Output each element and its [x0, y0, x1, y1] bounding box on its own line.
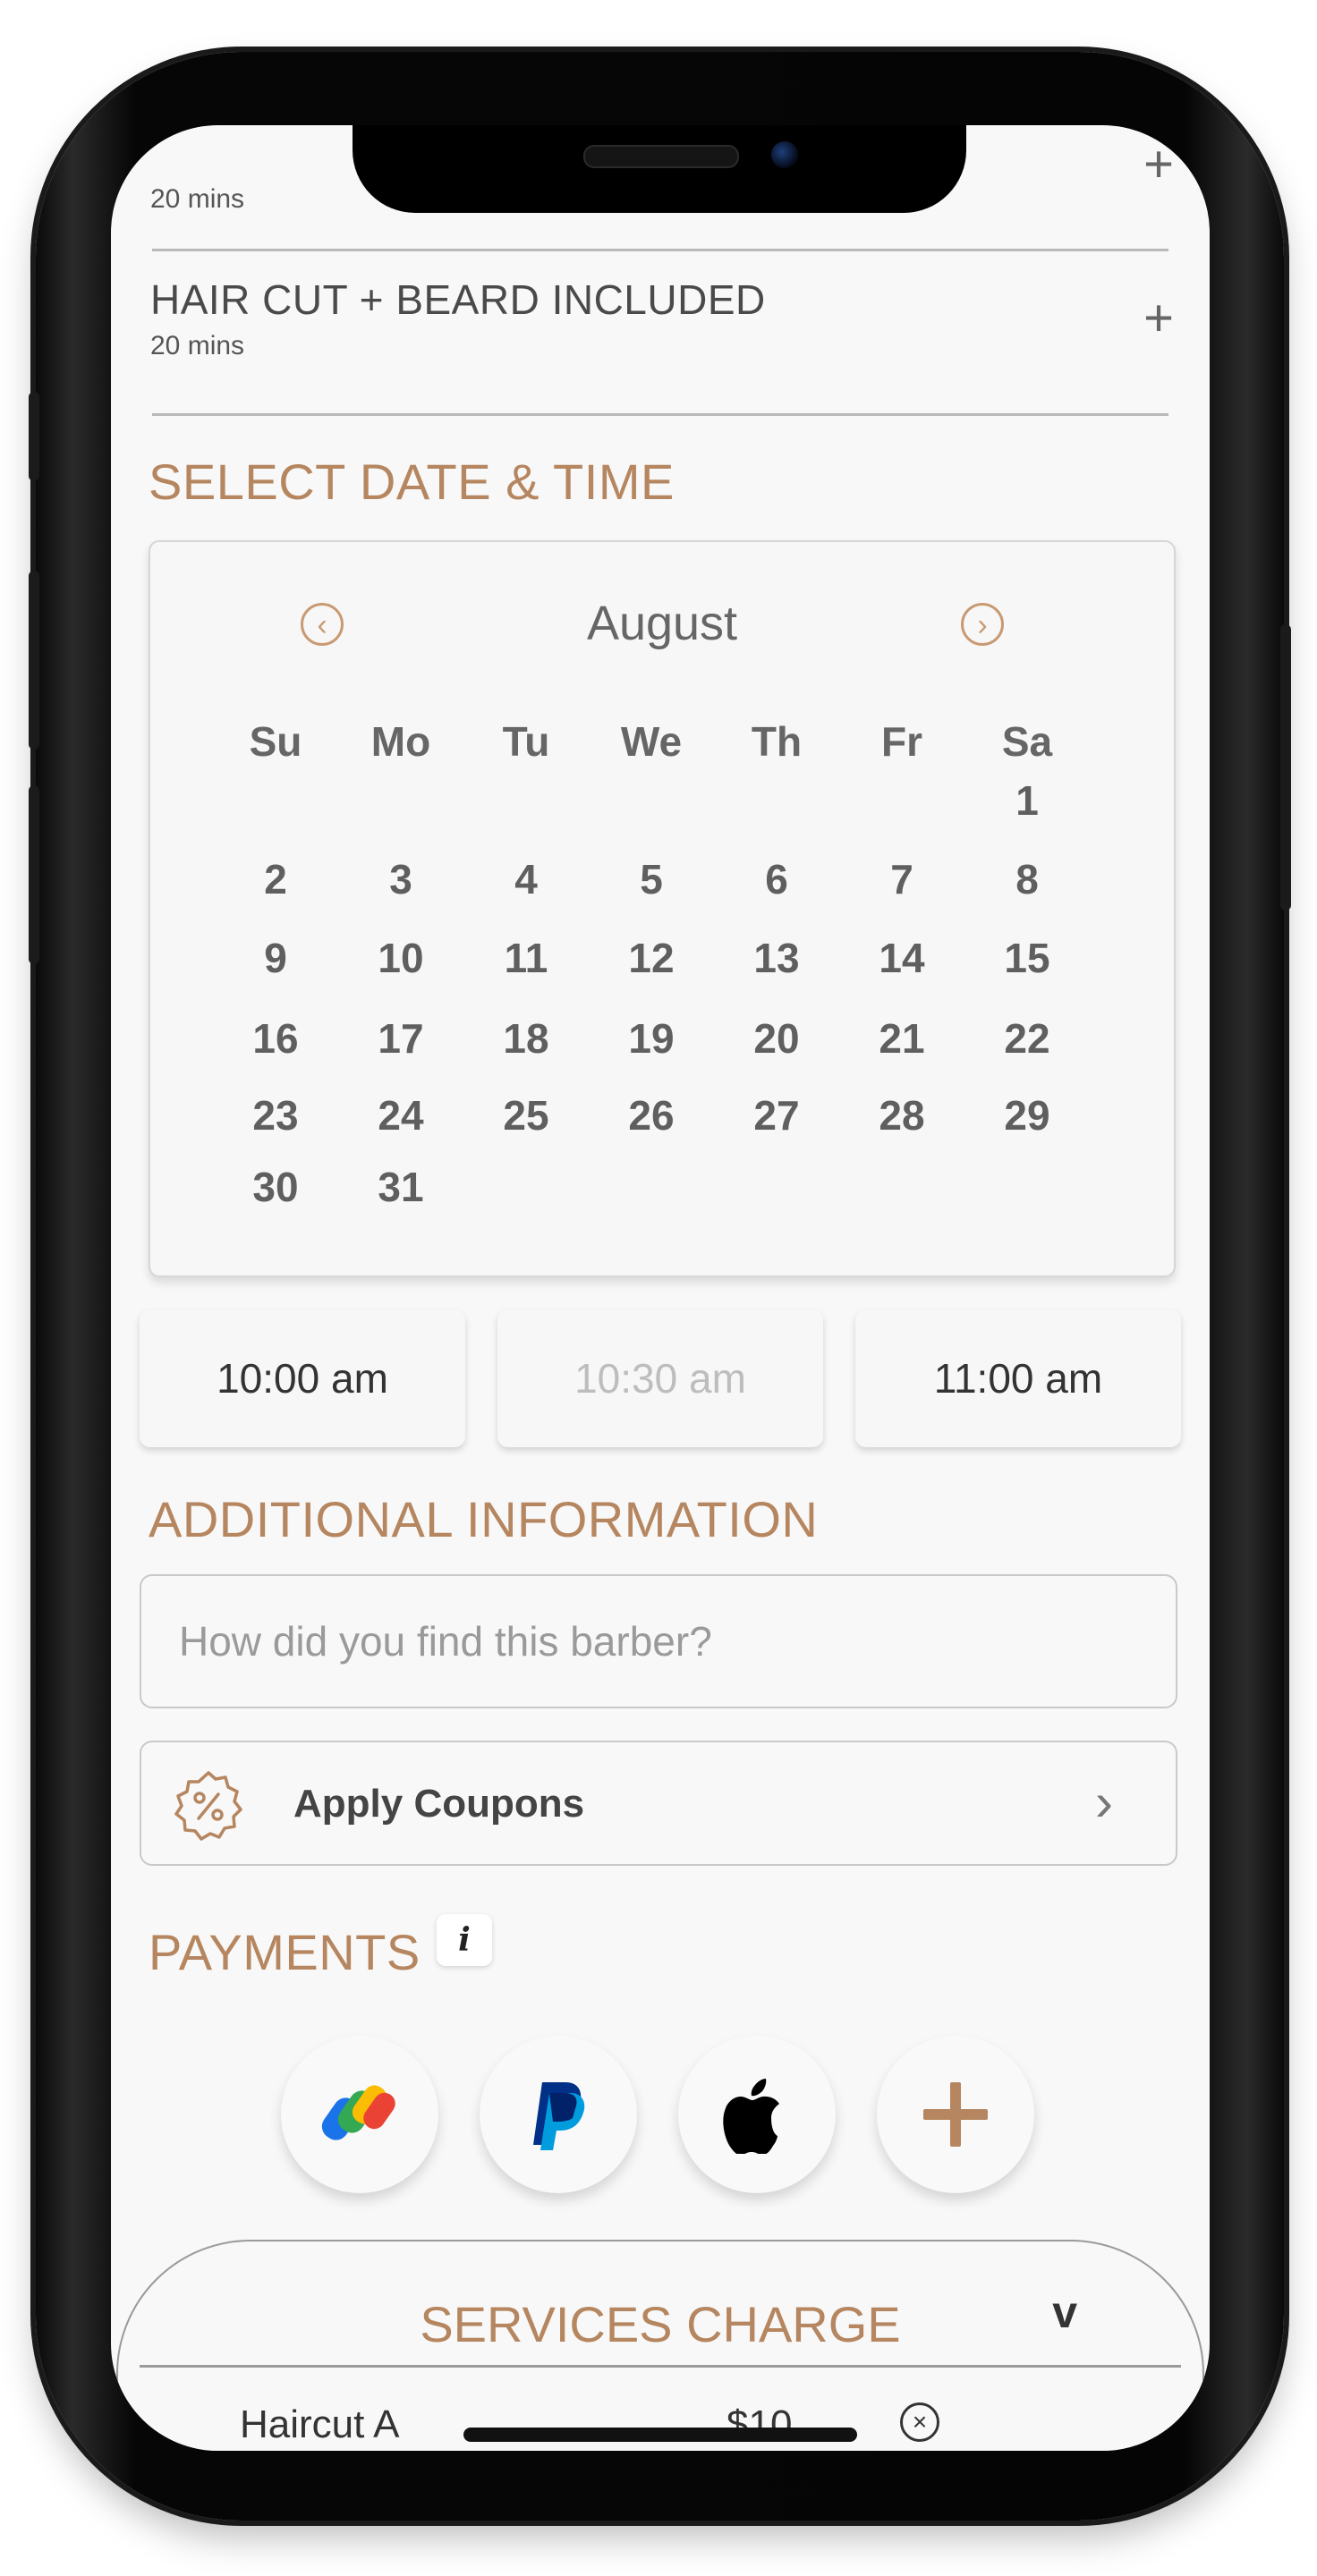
divider [140, 2365, 1181, 2368]
service-title: HAIR CUT + BEARD INCLUDED [150, 276, 766, 323]
home-indicator[interactable] [463, 2428, 857, 2442]
add-service-icon[interactable]: + [1143, 288, 1174, 348]
weekday-label: Th [751, 718, 803, 765]
calendar-day[interactable]: 14 [848, 934, 956, 982]
calendar-month: August [586, 597, 738, 650]
silent-switch [29, 392, 39, 481]
power-button [1280, 624, 1291, 911]
weekday-label: We [620, 718, 683, 765]
service-duration: 20 mins [150, 184, 245, 214]
calendar-day[interactable]: 7 [848, 855, 956, 903]
calendar-day[interactable]: 21 [848, 1014, 956, 1063]
calendar-day[interactable]: 16 [222, 1014, 329, 1063]
chevron-right-icon: › [1095, 1772, 1113, 1832]
weekday-label: Sa [1001, 718, 1053, 765]
calendar-day[interactable]: 1 [973, 776, 1081, 825]
phone-notch [353, 125, 966, 213]
calendar-day[interactable]: 31 [347, 1163, 455, 1211]
add-payment-icon [923, 2082, 988, 2147]
divider [152, 249, 1168, 251]
section-title-date-time: SELECT DATE & TIME [149, 453, 675, 510]
app-screen: 20 mins + HAIR CUT + BEARD INCLUDED 20 m… [111, 125, 1210, 2451]
time-slot: 10:30 am [497, 1309, 823, 1447]
paypal-icon [533, 2082, 585, 2150]
weekday-label: Mo [370, 718, 431, 765]
weekday-label: Su [249, 718, 302, 765]
chevron-down-icon[interactable]: v [1052, 2286, 1077, 2338]
paypal-button[interactable] [480, 2036, 637, 2193]
additional-info-input[interactable] [140, 1574, 1177, 1708]
calendar-day[interactable]: 22 [973, 1014, 1081, 1063]
calendar-day[interactable]: 11 [472, 934, 580, 982]
calendar-day[interactable]: 2 [222, 855, 329, 903]
calendar-day[interactable]: 18 [472, 1014, 580, 1063]
calendar-day[interactable]: 27 [723, 1091, 830, 1140]
weekday-label: Fr [881, 718, 922, 765]
apply-coupons-label: Apply Coupons [293, 1782, 585, 1826]
calendar-day[interactable]: 5 [598, 855, 705, 903]
section-title-additional: ADDITIONAL INFORMATION [149, 1491, 819, 1547]
volume-up-button [29, 571, 39, 750]
time-slot[interactable]: 10:00 am [140, 1309, 465, 1447]
time-slot[interactable]: 11:00 am [855, 1309, 1181, 1447]
calendar-day[interactable]: 30 [222, 1163, 329, 1211]
calendar-day[interactable]: 17 [347, 1014, 455, 1063]
apply-coupons-button[interactable]: Apply Coupons › [140, 1741, 1177, 1866]
chevron-right-icon[interactable]: › [961, 603, 1004, 646]
google-pay-button[interactable] [281, 2036, 438, 2193]
calendar-day[interactable]: 15 [973, 934, 1081, 982]
service-row-2[interactable]: HAIR CUT + BEARD INCLUDED 20 mins + [111, 252, 1210, 413]
weekday-label: Tu [502, 718, 550, 765]
front-camera [771, 141, 798, 168]
calendar-day[interactable]: 19 [598, 1014, 705, 1063]
calendar-day[interactable]: 6 [723, 855, 830, 903]
remove-item-icon[interactable]: × [900, 2402, 939, 2442]
calendar-day[interactable]: 10 [347, 934, 455, 982]
calendar-day[interactable]: 3 [347, 855, 455, 903]
calendar-day[interactable]: 23 [222, 1091, 329, 1140]
calendar: ‹ August › Su Mo Tu We Th Fr Sa 1 2 3 4 5 6 7 8 9 10 11 12… [149, 540, 1176, 1277]
calendar-day[interactable]: 9 [222, 934, 329, 982]
calendar-day[interactable]: 20 [723, 1014, 830, 1063]
calendar-day[interactable]: 12 [598, 934, 705, 982]
calendar-day[interactable]: 29 [973, 1091, 1081, 1140]
charge-item-name: Haircut A [240, 2402, 400, 2446]
calendar-day[interactable]: 4 [472, 855, 580, 903]
google-pay-icon [321, 2085, 395, 2140]
services-charge-title: SERVICES CHARGE [420, 2296, 901, 2352]
earpiece-speaker [583, 145, 739, 168]
apple-pay-button[interactable] [678, 2036, 836, 2193]
service-duration: 20 mins [150, 331, 245, 360]
coupon-icon [172, 1769, 245, 1847]
calendar-day[interactable]: 13 [723, 934, 830, 982]
calendar-day[interactable]: 8 [973, 855, 1081, 903]
calendar-day[interactable]: 26 [598, 1091, 705, 1140]
apple-pay-icon [723, 2079, 779, 2154]
section-title-payments: PAYMENTS [149, 1924, 421, 1980]
calendar-day[interactable]: 28 [848, 1091, 956, 1140]
calendar-day[interactable]: 24 [347, 1091, 455, 1140]
divider [152, 413, 1168, 416]
info-icon[interactable]: i [437, 1914, 492, 1966]
volume-down-button [29, 785, 39, 964]
add-payment-button[interactable] [877, 2036, 1034, 2193]
calendar-day[interactable]: 25 [472, 1091, 580, 1140]
add-service-icon[interactable]: + [1143, 134, 1174, 194]
